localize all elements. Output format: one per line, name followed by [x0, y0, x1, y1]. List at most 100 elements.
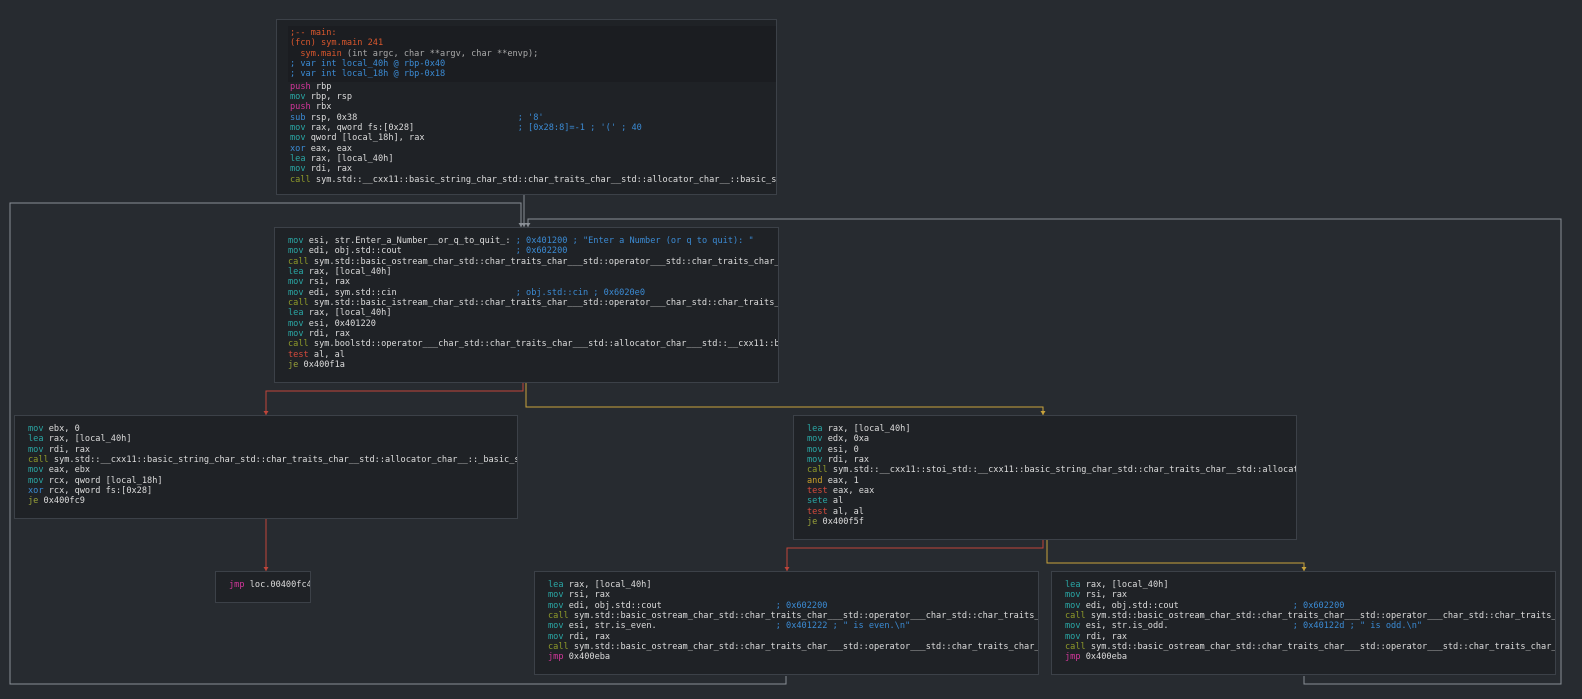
instruction-line[interactable]: mov edi, sym.std::cin ; obj.std::cin ; 0…: [288, 288, 768, 298]
mnemonic: mov: [288, 236, 304, 246]
operands: edx, 0xa: [827, 434, 870, 445]
instruction-line[interactable]: call sym.std::basic_ostream_char_std::ch…: [288, 257, 778, 267]
operands: qword [local_18h], rax: [310, 133, 425, 144]
operands: esi, str.is_odd.: [1085, 621, 1169, 632]
mnemonic: je: [807, 517, 818, 528]
mnemonic: mov: [548, 590, 564, 601]
instruction-line[interactable]: jmp 0x400eba: [548, 652, 1028, 662]
instruction-line[interactable]: call sym.boolstd::operator___char_std::c…: [288, 339, 778, 349]
basic-block-parse-number[interactable]: lea rax, [local_40h] mov edx, 0xa mov esi,…: [793, 415, 1297, 540]
instruction-line[interactable]: call sym.std::__cxx11::basic_string_char…: [290, 174, 776, 185]
instruction-line[interactable]: call sym.std::basic_istream_char_std::ch…: [288, 298, 778, 308]
instruction-line[interactable]: call sym.std::basic_ostream_char_std::ch…: [1065, 611, 1555, 621]
instruction-line[interactable]: mov rdi, rax: [288, 329, 768, 339]
mnemonic: lea: [28, 434, 44, 445]
mnemonic: lea: [290, 154, 306, 165]
instruction-line[interactable]: test al, al: [807, 507, 1286, 517]
instruction-line[interactable]: and eax, 1: [807, 476, 1286, 486]
instruction-line[interactable]: lea rax, [local_40h]: [548, 580, 1028, 590]
instruction-line[interactable]: je 0x400f1a: [288, 360, 768, 370]
instruction-line[interactable]: xor rcx, qword fs:[0x28]: [28, 486, 507, 496]
function-graph-view[interactable]: ;-- main: (fcn) sym.main 241 sym.main (in…: [0, 0, 1582, 699]
instruction-line[interactable]: mov rsi, rax: [548, 590, 1028, 600]
basic-block-main[interactable]: ;-- main: (fcn) sym.main 241 sym.main (in…: [276, 19, 777, 195]
instruction-line[interactable]: lea rax, [local_40h]: [288, 308, 768, 318]
instruction-line[interactable]: mov rdi, rax: [290, 164, 766, 174]
instruction-line[interactable]: mov ebx, 0: [28, 424, 507, 434]
instruction-line[interactable]: mov rdi, rax: [807, 455, 1286, 465]
instruction-line[interactable]: je 0x400fc9: [28, 496, 507, 506]
instruction-line[interactable]: lea rax, [local_40h]: [28, 434, 507, 444]
operands: sym.std::__cxx11::basic_string_char_std:…: [315, 174, 777, 185]
instruction-line[interactable]: call sym.std::basic_ostream_char_std::ch…: [548, 642, 1038, 652]
instruction-line[interactable]: je 0x400f5f: [807, 517, 1286, 527]
instruction-line[interactable]: mov eax, ebx: [28, 465, 507, 475]
basic-block-jmp-fc4[interactable]: jmp loc.00400fc4: [215, 571, 311, 603]
basic-block-input-loop[interactable]: mov esi, str.Enter_a_Number__or_q_to_qui…: [274, 227, 779, 383]
instruction-line[interactable]: push rbp: [290, 82, 766, 92]
instruction-line[interactable]: sete al: [807, 496, 1286, 506]
instruction-line[interactable]: mov esi, str.is_odd. ; 0x40122d ; " is o…: [1065, 621, 1545, 631]
basic-block-quit[interactable]: mov ebx, 0 lea rax, [local_40h] mov rdi, r…: [14, 415, 518, 519]
instruction-line[interactable]: mov rdi, rax: [28, 445, 507, 455]
basic-block-is-even[interactable]: lea rax, [local_40h] mov rsi, rax mov edi,…: [534, 571, 1039, 675]
instruction-line[interactable]: jmp 0x400eba: [1065, 652, 1545, 662]
mnemonic: mov: [288, 318, 304, 329]
operands: rax, [local_40h]: [1085, 580, 1169, 590]
basic-block-is-odd[interactable]: lea rax, [local_40h] mov rsi, rax mov edi,…: [1051, 571, 1556, 675]
operands: eax, ebx: [48, 465, 91, 476]
instruction-line[interactable]: call sym.std::__cxx11::basic_string_char…: [28, 455, 517, 465]
operands: sym.std::basic_ostream_char_std::char_tr…: [1090, 611, 1556, 622]
mnemonic: jmp: [229, 580, 245, 590]
instruction-line[interactable]: sub rsp, 0x38 ; '8': [290, 113, 766, 123]
instruction-line[interactable]: mov rsi, rax: [1065, 590, 1545, 600]
mnemonic: xor: [290, 143, 306, 154]
mnemonic: mov: [288, 329, 304, 340]
instruction-line[interactable]: mov edx, 0xa: [807, 434, 1286, 444]
instruction-line[interactable]: lea rax, [local_40h]: [1065, 580, 1545, 590]
instruction-line[interactable]: mov edi, obj.std::cout ; 0x602200: [1065, 601, 1545, 611]
mnemonic: mov: [548, 631, 564, 642]
instruction-line[interactable]: mov esi, str.is_even. ; 0x401222 ; " is …: [548, 621, 1028, 631]
instruction-line[interactable]: mov rax, qword fs:[0x28] ; [0x28:8]=-1 ;…: [290, 123, 766, 133]
operands: rdi, rax: [48, 444, 91, 455]
operands: esi, str.Enter_a_Number__or_q_to_quit_:: [308, 236, 511, 246]
mnemonic: mov: [290, 133, 306, 144]
mnemonic: mov: [28, 475, 44, 486]
instruction-line[interactable]: call sym.std::basic_ostream_char_std::ch…: [1065, 642, 1555, 652]
instruction-line[interactable]: mov qword [local_18h], rax: [290, 133, 766, 143]
mnemonic: mov: [288, 277, 304, 288]
header-line: sym.main (int argc, char **argv, char **…: [290, 49, 768, 59]
instruction-line[interactable]: test al, al: [288, 350, 768, 360]
instruction-line[interactable]: xor eax, eax: [290, 144, 766, 154]
instruction-line[interactable]: mov rsi, rax: [288, 277, 768, 287]
instruction-line[interactable]: mov rbp, rsp: [290, 92, 766, 102]
instruction-line[interactable]: call sym.std::__cxx11::stoi_std::__cxx11…: [807, 465, 1296, 475]
instruction-line[interactable]: lea rax, [local_40h]: [290, 154, 766, 164]
instruction-line[interactable]: test eax, eax: [807, 486, 1286, 496]
operands: rdi, rax: [827, 455, 870, 466]
operands: edi, sym.std::cin: [308, 287, 397, 298]
instruction-line[interactable]: mov rcx, qword [local_18h]: [28, 476, 507, 486]
operands: eax, eax: [832, 486, 875, 497]
instruction-line[interactable]: mov esi, str.Enter_a_Number__or_q_to_qui…: [288, 236, 768, 246]
instruction-line[interactable]: mov esi, 0x401220: [288, 319, 768, 329]
instruction-line[interactable]: push rbx: [290, 102, 766, 112]
instruction-line[interactable]: jmp loc.00400fc4: [229, 580, 310, 590]
function-header: ;-- main: (fcn) sym.main 241 sym.main (in…: [288, 26, 776, 82]
instruction-line[interactable]: lea rax, [local_40h]: [288, 267, 768, 277]
operands: rax, [local_40h]: [308, 267, 392, 278]
instruction-line[interactable]: mov rdi, rax: [548, 632, 1028, 642]
operands: rcx, qword fs:[0x28]: [48, 486, 153, 497]
instruction-line[interactable]: lea rax, [local_40h]: [807, 424, 1286, 434]
instruction-line[interactable]: mov edi, obj.std::cout ; 0x602200: [548, 601, 1028, 611]
operands: 0x400fc9: [43, 496, 85, 507]
mnemonic: mov: [290, 92, 306, 103]
instruction-line[interactable]: call sym.std::basic_ostream_char_std::ch…: [548, 611, 1038, 621]
mnemonic: call: [290, 174, 311, 185]
instruction-line[interactable]: mov rdi, rax: [1065, 632, 1545, 642]
instruction-line[interactable]: mov esi, 0: [807, 445, 1286, 455]
operands: eax, eax: [310, 143, 353, 154]
instruction-line[interactable]: mov edi, obj.std::cout ; 0x602200: [288, 246, 768, 256]
comment: ; 0x401222 ; " is even.\n": [775, 621, 911, 632]
